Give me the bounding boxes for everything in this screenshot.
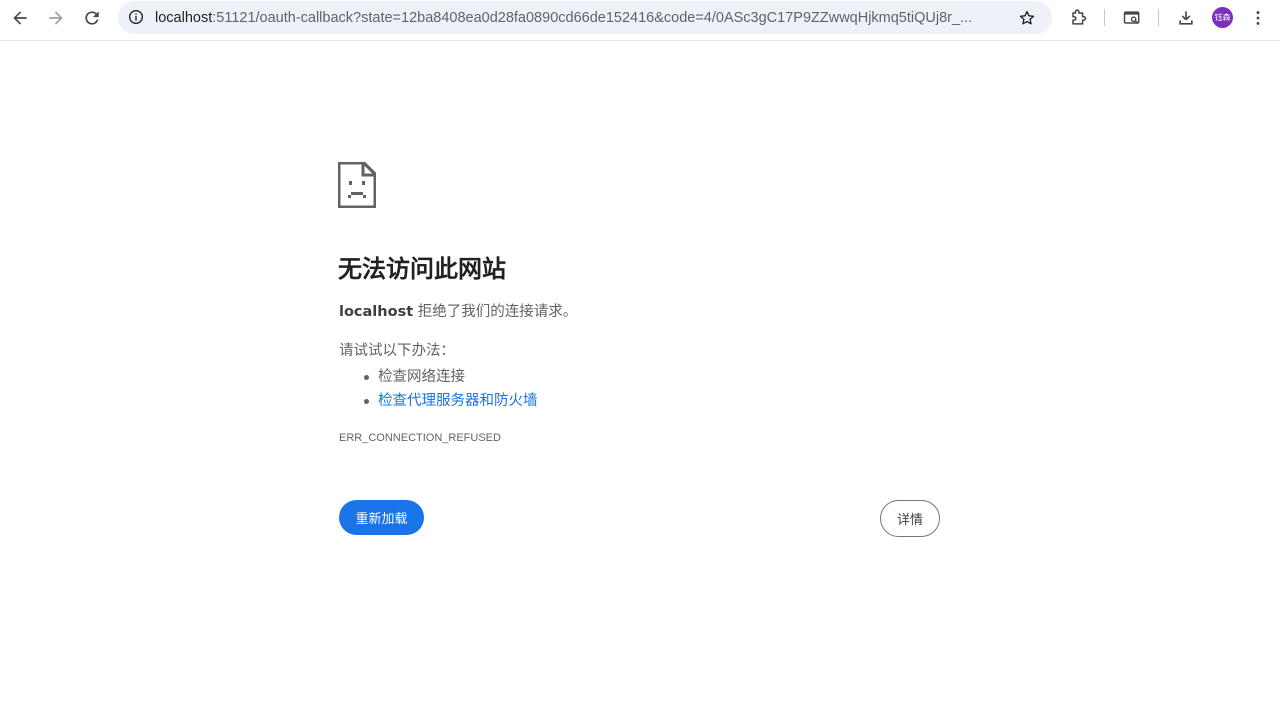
bookmark-star-icon[interactable] — [1016, 7, 1038, 29]
suggestion-check-network: 检查网络连接 — [362, 365, 538, 389]
suggestions-heading: 请试试以下办法： — [339, 343, 455, 359]
extensions-icon — [1072, 9, 1087, 25]
menu-icon — [1256, 11, 1260, 25]
suggestions-list: 检查网络连接 检查代理服务器和防火墙 — [362, 365, 538, 413]
url-text[interactable]: localhost:51121/oauth-callback?state=12b… — [155, 9, 1005, 27]
reload-page-button[interactable]: 重新加载 — [339, 500, 424, 535]
url-host: localhost — [155, 10, 213, 26]
toolbar-separator — [1104, 9, 1105, 26]
back-button[interactable] — [6, 4, 34, 32]
toolbar-separator — [1158, 9, 1159, 26]
sad-document-icon — [338, 162, 376, 208]
address-bar[interactable]: localhost:51121/oauth-callback?state=12b… — [118, 1, 1052, 34]
error-description: localhost 拒绝了我们的连接请求。 — [339, 302, 577, 322]
error-title: 无法访问此网站 — [338, 255, 506, 283]
suggestion-check-proxy-link[interactable]: 检查代理服务器和防火墙 — [362, 389, 538, 413]
menu-button[interactable] — [1244, 4, 1272, 32]
url-path: :51121/oauth-callback?state=12ba8408ea0d… — [212, 10, 973, 26]
download-icon — [1179, 11, 1193, 25]
back-icon — [13, 11, 27, 25]
error-description-text: 拒绝了我们的连接请求。 — [413, 304, 578, 320]
site-info-icon[interactable] — [126, 7, 146, 27]
browser-toolbar: localhost:51121/oauth-callback?state=12b… — [0, 0, 1280, 41]
profile-avatar[interactable]: 钰森 — [1212, 7, 1233, 28]
tab-search-button[interactable] — [1118, 4, 1146, 32]
error-host: localhost — [339, 304, 414, 320]
tab-search-icon — [1123, 11, 1140, 24]
forward-button[interactable] — [42, 4, 70, 32]
download-button[interactable] — [1172, 4, 1200, 32]
details-button[interactable]: 详情 — [880, 500, 940, 537]
reload-button[interactable] — [78, 4, 106, 32]
reload-icon — [85, 11, 99, 25]
extensions-button[interactable] — [1064, 4, 1092, 32]
forward-icon — [49, 11, 63, 25]
error-code: ERR_CONNECTION_REFUSED — [339, 432, 501, 444]
